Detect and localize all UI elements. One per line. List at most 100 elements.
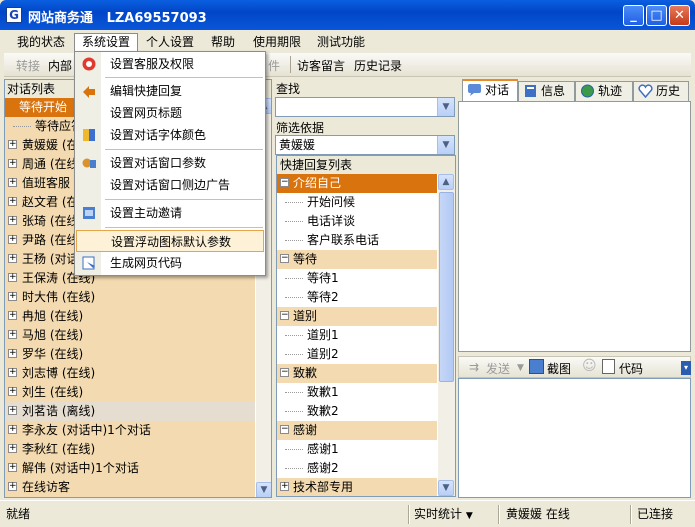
quick-reply-item[interactable]: 感谢2: [277, 459, 437, 478]
quick-reply-item[interactable]: 等待2: [277, 288, 437, 307]
collapse-icon[interactable]: −: [280, 178, 289, 187]
tab-chat[interactable]: 对话: [462, 79, 518, 101]
expand-icon[interactable]: +: [8, 197, 17, 206]
conversation-row[interactable]: + 在线访客: [5, 478, 255, 497]
menu-test-features[interactable]: 测试功能: [310, 33, 372, 52]
quick-reply-item[interactable]: 电话详谈: [277, 212, 437, 231]
conversation-row[interactable]: + 刘生 (在线): [5, 383, 255, 402]
expand-icon[interactable]: +: [8, 159, 17, 168]
menu-item-side-ads[interactable]: 设置对话窗口侧边广告: [76, 174, 264, 196]
maximize-button[interactable]: □: [646, 5, 667, 26]
quick-reply-scrollbar[interactable]: ▲ ▼: [438, 174, 455, 496]
menu-help[interactable]: 帮助: [204, 33, 242, 52]
collapse-icon[interactable]: −: [280, 311, 289, 320]
scroll-down-icon[interactable]: ▼: [256, 482, 271, 497]
quick-reply-group[interactable]: − 致歉: [277, 364, 437, 383]
chevron-down-icon[interactable]: ▼: [437, 136, 454, 154]
close-button[interactable]: ✕: [669, 5, 690, 26]
chevron-down-icon[interactable]: ▼: [437, 98, 454, 116]
conversation-row[interactable]: + 罗华 (在线): [5, 345, 255, 364]
quick-reply-item[interactable]: 道别2: [277, 345, 437, 364]
menu-item-active-invite[interactable]: 设置主动邀请: [76, 202, 264, 224]
scroll-thumb[interactable]: [439, 192, 454, 382]
expand-icon[interactable]: +: [8, 330, 17, 339]
expand-icon[interactable]: +: [8, 406, 17, 415]
emoticon-icon[interactable]: ☺: [582, 358, 597, 374]
invite-icon: [83, 207, 95, 219]
quick-reply-item[interactable]: 感谢1: [277, 440, 437, 459]
quick-reply-group[interactable]: − 介绍自己: [277, 174, 437, 193]
menu-system-settings[interactable]: 系统设置: [74, 33, 139, 52]
tab-track[interactable]: 轨迹: [575, 81, 633, 101]
conversation-row[interactable]: + 马旭 (在线): [5, 326, 255, 345]
menu-item-edit-quick-reply[interactable]: 编辑快捷回复: [76, 80, 264, 102]
menu-item-font-color[interactable]: 设置对话字体颜色: [76, 124, 264, 146]
scroll-up-icon[interactable]: ▲: [438, 174, 454, 190]
quick-reply-item[interactable]: 道别1: [277, 326, 437, 345]
menu-item-service-permissions[interactable]: 设置客服及权限: [76, 53, 264, 75]
expand-icon[interactable]: +: [8, 178, 17, 187]
code-button[interactable]: 代码: [619, 360, 643, 377]
menu-item-page-title[interactable]: 设置网页标题: [76, 102, 264, 124]
expand-icon[interactable]: +: [8, 311, 17, 320]
history-button[interactable]: 历史记录: [354, 57, 402, 74]
expand-icon[interactable]: +: [8, 425, 17, 434]
quick-reply-group[interactable]: − 等待: [277, 250, 437, 269]
visitor-message-button[interactable]: 访客留言: [297, 57, 345, 74]
collapse-icon[interactable]: −: [280, 425, 289, 434]
send-dropdown-icon[interactable]: ▼: [517, 363, 524, 373]
expand-icon[interactable]: +: [8, 140, 17, 149]
collapse-icon[interactable]: −: [280, 368, 289, 377]
conversation-row[interactable]: + 李永友 (对话中)1个对话: [5, 421, 255, 440]
quick-reply-group[interactable]: − 感谢: [277, 421, 437, 440]
tab-info[interactable]: 信息: [518, 81, 575, 101]
expand-icon[interactable]: +: [8, 387, 17, 396]
menu-item-float-icon-params[interactable]: 设置浮动图标默认参数: [76, 230, 264, 252]
menu-item-window-params[interactable]: 设置对话窗口参数: [76, 152, 264, 174]
expand-icon[interactable]: +: [8, 216, 17, 225]
collapse-icon[interactable]: −: [280, 254, 289, 263]
menu-expiry[interactable]: 使用期限: [246, 33, 308, 52]
menu-personal-settings[interactable]: 个人设置: [139, 33, 201, 52]
message-input[interactable]: [458, 378, 691, 498]
conversation-row[interactable]: + 解伟 (对话中)1个对话: [5, 459, 255, 478]
expand-icon[interactable]: +: [8, 235, 17, 244]
conversation-row[interactable]: + 刘志博 (在线): [5, 364, 255, 383]
quick-reply-group[interactable]: − 道别: [277, 307, 437, 326]
quick-reply-item[interactable]: 致歉1: [277, 383, 437, 402]
tab-history[interactable]: 历史: [633, 81, 689, 101]
conversation-row[interactable]: + 时大伟 (在线): [5, 288, 255, 307]
expand-icon[interactable]: +: [8, 292, 17, 301]
quick-reply-item[interactable]: 开始问候: [277, 193, 437, 212]
screenshot-button[interactable]: 截图: [547, 360, 571, 377]
send-button[interactable]: 发送: [486, 360, 510, 377]
quick-reply-item[interactable]: 致歉2: [277, 402, 437, 421]
collapse-icon[interactable]: +: [280, 482, 289, 491]
expand-icon[interactable]: +: [8, 273, 17, 282]
realtime-stats-button[interactable]: 实时统计 ▼: [414, 505, 473, 524]
conversation-row[interactable]: + 刘茗诰 (离线): [5, 402, 255, 421]
chat-display-area[interactable]: [458, 101, 691, 352]
minimize-button[interactable]: _: [623, 5, 644, 26]
toolbar-more-icon[interactable]: ▾: [681, 361, 691, 375]
quick-reply-item[interactable]: 客户联系电话: [277, 231, 437, 250]
menu-item-generate-code[interactable]: 生成网页代码: [76, 252, 264, 274]
conversation-row[interactable]: + 冉旭 (在线): [5, 307, 255, 326]
menu-my-status[interactable]: 我的状态: [10, 33, 72, 52]
internal-button[interactable]: 内部: [48, 57, 72, 74]
expand-icon[interactable]: +: [8, 254, 17, 263]
file-button[interactable]: 件: [268, 57, 280, 74]
expand-icon[interactable]: +: [8, 349, 17, 358]
heart-icon: [638, 84, 653, 98]
quick-reply-item[interactable]: 等待1: [277, 269, 437, 288]
quick-reply-group[interactable]: + 技术部专用: [277, 478, 437, 496]
expand-icon[interactable]: +: [8, 444, 17, 453]
conversation-row[interactable]: + 李秋红 (在线): [5, 440, 255, 459]
expand-icon[interactable]: +: [8, 463, 17, 472]
expand-icon[interactable]: +: [8, 482, 17, 491]
transfer-button[interactable]: 转接: [16, 57, 40, 74]
filter-select[interactable]: 黄媛媛 ▼: [275, 135, 455, 155]
expand-icon[interactable]: +: [8, 368, 17, 377]
search-input[interactable]: ▼: [275, 97, 455, 117]
scroll-down-icon[interactable]: ▼: [438, 480, 454, 496]
